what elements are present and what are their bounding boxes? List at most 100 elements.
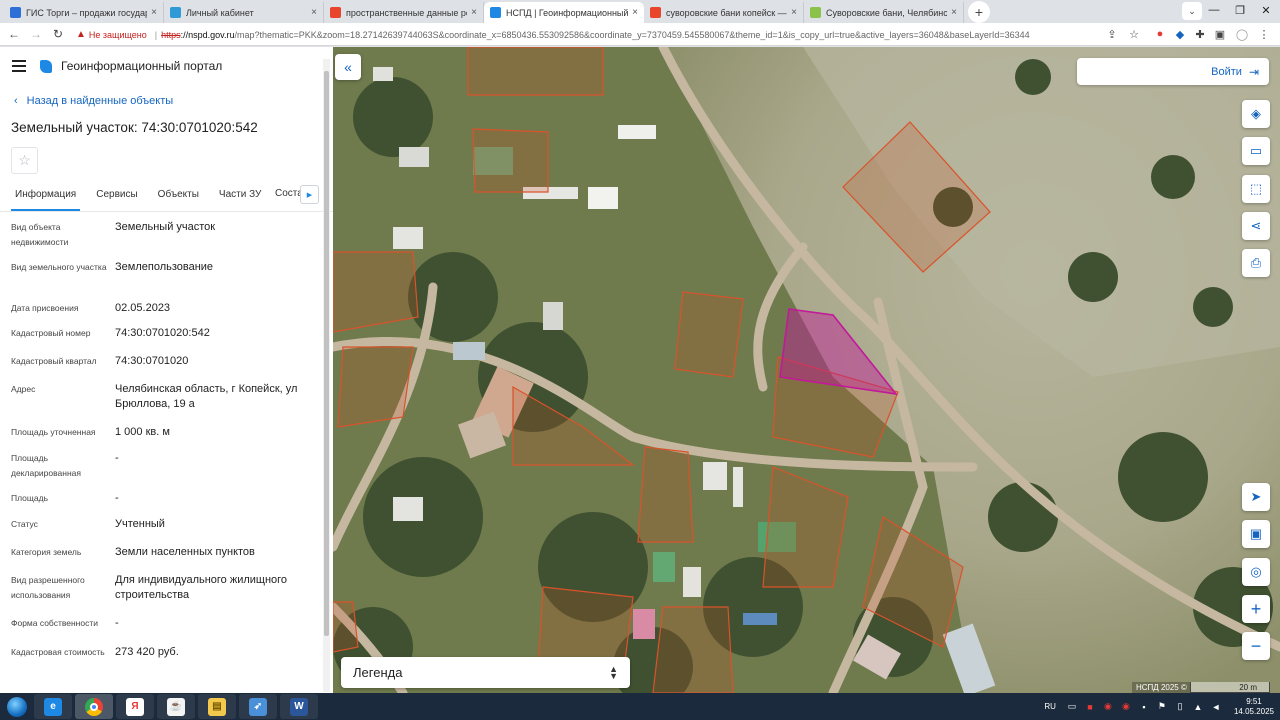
- attribute-row: Кадастровый квартал 74:30:0701020: [0, 354, 333, 382]
- tray-yandex-icon[interactable]: ◉: [1120, 701, 1132, 713]
- collapse-panel-icon[interactable]: «: [335, 54, 361, 80]
- maximize-icon[interactable]: ❐: [1228, 0, 1252, 20]
- menu-dots-icon[interactable]: ⋮: [1256, 26, 1272, 42]
- select-area-icon[interactable]: ⬚: [1242, 175, 1270, 203]
- tab-title: НСПД | Геоинформационный п: [506, 7, 629, 18]
- ruler-icon[interactable]: ▭: [1242, 137, 1270, 165]
- tab-close-icon[interactable]: ×: [151, 7, 157, 18]
- tray-antivirus-icon[interactable]: ◉: [1102, 701, 1114, 713]
- taskbar-chrome[interactable]: [75, 694, 113, 719]
- panel-scroll-thumb[interactable]: [324, 71, 329, 636]
- attribute-list: Вид объекта недвижимости Земельный участо…: [0, 220, 333, 685]
- browser-tab[interactable]: НСПД | Геоинформационный п ×: [484, 2, 644, 23]
- minimize-icon[interactable]: —: [1202, 0, 1226, 20]
- legend-dropdown[interactable]: Легенда ▲ ▼: [341, 657, 630, 688]
- tray-pdf-icon[interactable]: ■: [1084, 701, 1096, 713]
- browser-tab[interactable]: суворовские бани копейск — Я ×: [644, 2, 804, 23]
- geo-search-icon[interactable]: ◎: [1242, 558, 1270, 586]
- sidepanel-icon[interactable]: ▣: [1212, 26, 1228, 42]
- taskbar-ie[interactable]: e: [34, 694, 72, 719]
- tray-battery-icon[interactable]: ▯: [1174, 701, 1186, 713]
- hamburger-menu-icon[interactable]: [12, 60, 26, 72]
- back-link-label: Назад в найденные объекты: [26, 95, 174, 107]
- reload-icon[interactable]: ↻: [47, 23, 69, 45]
- install-app-icon[interactable]: ⇪: [1104, 26, 1120, 42]
- address-bar[interactable]: ▲ Не защищено | https://nspd.gov.ru/map?…: [76, 25, 1106, 44]
- tabs-scroll-right-icon[interactable]: ▶: [300, 185, 319, 204]
- tray-network-icon[interactable]: ▪: [1138, 701, 1150, 713]
- url-scheme: https: [161, 29, 181, 40]
- system-clock[interactable]: 9:51 14.05.2025: [1234, 697, 1274, 717]
- panel-tab[interactable]: Объекты: [154, 188, 203, 211]
- attribute-row: Площадь уточненная 1 000 кв. м: [0, 425, 333, 451]
- not-secure-indicator[interactable]: ▲ Не защищено: [76, 29, 147, 40]
- attribute-key: Статус: [11, 519, 38, 529]
- taskbar-yandex[interactable]: Я: [116, 694, 154, 719]
- panel-tab[interactable]: Сервисы: [92, 188, 141, 211]
- tray-display-icon[interactable]: ▭: [1066, 701, 1078, 713]
- language-indicator[interactable]: RU: [1044, 702, 1056, 711]
- yandex-browser-icon: Я: [126, 697, 144, 716]
- attribute-key: Форма собственности: [11, 618, 98, 628]
- browser-tab[interactable]: Суворовские бани, Челябинска ×: [804, 2, 964, 23]
- browser-tab[interactable]: ГИС Торги – продажи государст ×: [4, 2, 164, 23]
- panel-tab[interactable]: Информация: [11, 188, 81, 211]
- attribute-row: Площадь декларированная -: [0, 451, 333, 491]
- extensions-puzzle-icon[interactable]: ✚: [1192, 26, 1208, 42]
- tray-flag-icon[interactable]: ⚑: [1156, 701, 1168, 713]
- login-button[interactable]: Войти ⇥: [1077, 58, 1269, 85]
- taskbar-word[interactable]: W: [280, 694, 318, 719]
- taskbar-explorer[interactable]: ▤: [198, 694, 236, 719]
- close-window-icon[interactable]: ✕: [1254, 0, 1278, 20]
- internet-explorer-icon: e: [44, 697, 62, 716]
- tab-search-icon[interactable]: ⌄: [1182, 2, 1202, 20]
- print-icon[interactable]: ⎙: [1242, 249, 1270, 277]
- browser-tab-strip: ГИС Торги – продажи государст × Личный каб…: [0, 0, 1280, 23]
- attribute-key: Кадастровый квартал: [11, 356, 97, 366]
- tab-close-icon[interactable]: ×: [311, 7, 317, 18]
- attribute-row: Форма собственности -: [0, 616, 333, 645]
- windows-logo-icon: [7, 696, 27, 717]
- clock-time: 9:51: [1246, 696, 1262, 706]
- panel-tabs: Информация Сервисы Объекты Части ЗУ Соста ▶: [0, 185, 333, 212]
- taskbar-java[interactable]: ☕: [157, 694, 195, 719]
- attribute-value: Для индивидуального жилищного строительс…: [115, 574, 288, 601]
- attribute-key: Дата присвоения: [11, 303, 79, 313]
- panel-tab[interactable]: Части ЗУ: [215, 188, 265, 211]
- zoom-in-icon[interactable]: +: [1242, 595, 1270, 623]
- taskbar-app[interactable]: ➶: [239, 694, 277, 719]
- attribute-value: -: [115, 492, 119, 504]
- panel-scrollbar[interactable]: [323, 59, 330, 692]
- tab-favicon-icon: [170, 7, 181, 18]
- browser-toolbar: ← → ↻ ▲ Не защищено | https://nspd.gov.r…: [0, 23, 1280, 46]
- object-info-panel: Геоинформационный портал ‹ Назад в найде…: [0, 47, 333, 693]
- portal-title: Геоинформационный портал: [61, 59, 223, 73]
- new-tab-button[interactable]: +: [968, 0, 990, 23]
- attribute-value: 02.05.2023: [115, 302, 171, 314]
- tab-close-icon[interactable]: ×: [471, 7, 477, 18]
- back-to-results-link[interactable]: ‹ Назад в найденные объекты: [14, 95, 333, 107]
- browser-tab[interactable]: пространственные данные рос ×: [324, 2, 484, 23]
- tray-signal-icon[interactable]: ▲: [1192, 701, 1204, 713]
- bookmark-star-icon[interactable]: ☆: [1126, 26, 1142, 42]
- warning-icon: ▲: [76, 29, 86, 40]
- start-button[interactable]: [0, 693, 34, 720]
- layers-icon[interactable]: ◈: [1242, 100, 1270, 128]
- minimap-icon[interactable]: ▣: [1242, 520, 1270, 548]
- tab-close-icon[interactable]: ×: [632, 7, 638, 18]
- profile-avatar-icon[interactable]: ◯: [1234, 26, 1250, 42]
- browser-tab[interactable]: Личный кабинет ×: [164, 2, 324, 23]
- tab-close-icon[interactable]: ×: [791, 7, 797, 18]
- tab-title: Суворовские бани, Челябинска: [826, 7, 948, 18]
- favorite-star-icon[interactable]: ☆: [11, 147, 38, 174]
- zoom-out-icon[interactable]: −: [1242, 632, 1270, 660]
- tab-close-icon[interactable]: ×: [951, 7, 957, 18]
- share-icon[interactable]: ⋖: [1242, 212, 1270, 240]
- yandex-extension-icon[interactable]: ●: [1152, 26, 1168, 42]
- extension-icon[interactable]: ◆: [1172, 26, 1188, 42]
- tray-volume-icon[interactable]: ◄: [1210, 701, 1222, 713]
- map-view[interactable]: [333, 47, 1280, 693]
- forward-icon[interactable]: →: [25, 23, 47, 45]
- back-icon[interactable]: ←: [3, 23, 25, 45]
- locate-icon[interactable]: ➤: [1242, 483, 1270, 511]
